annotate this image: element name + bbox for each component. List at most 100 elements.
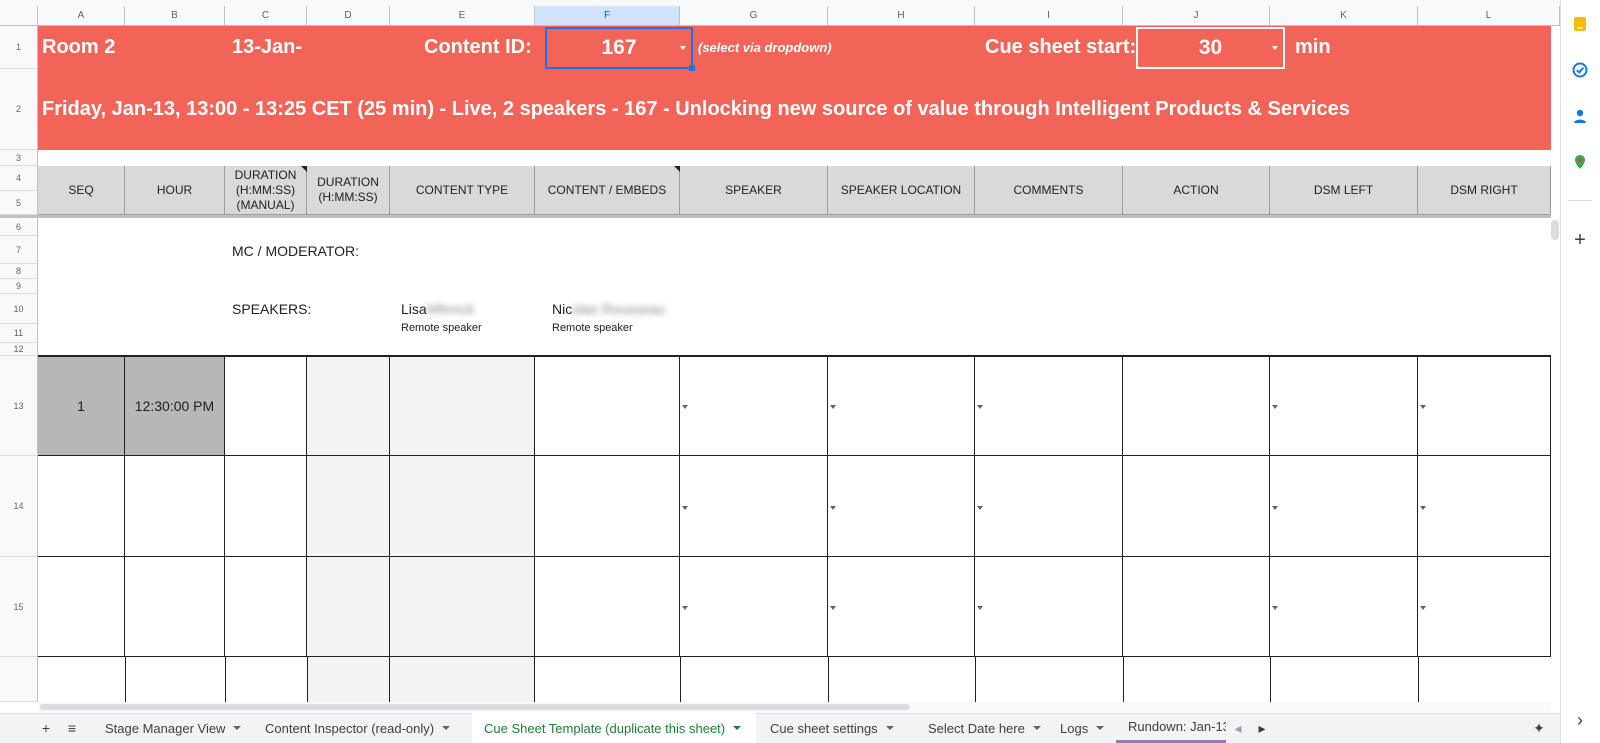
speaker-2-name[interactable]: Nicolas Rousseau [552, 301, 665, 317]
horizontal-scrollbar-thumb[interactable] [40, 704, 910, 710]
tab-stage-manager-view[interactable]: Stage Manager View [92, 713, 250, 743]
cell-hour[interactable] [125, 557, 225, 657]
row-header-15[interactable]: 15 [0, 557, 38, 657]
cell-speaker[interactable] [680, 456, 828, 557]
keep-icon[interactable] [1570, 14, 1590, 34]
dropdown-caret-icon[interactable] [1420, 506, 1426, 510]
tab-select-date[interactable]: Select Date here [916, 713, 1046, 743]
cell-dsm-right[interactable] [1418, 456, 1551, 557]
cell-speaker-location[interactable] [828, 357, 975, 456]
cell-duration-manual[interactable] [225, 557, 307, 657]
dropdown-caret-icon[interactable] [977, 405, 983, 409]
tab-content-inspector[interactable]: Content Inspector (read-only) [252, 713, 470, 743]
row-header-11[interactable]: 11 [0, 324, 38, 343]
fill-handle[interactable] [689, 65, 695, 71]
explore-icon[interactable]: ✦ [1528, 713, 1550, 743]
header-hour[interactable]: HOUR [125, 166, 225, 215]
dropdown-caret-icon[interactable] [830, 506, 836, 510]
tab-logs[interactable]: Logs [1048, 713, 1114, 743]
cell-duration[interactable] [307, 657, 390, 702]
header-speaker[interactable]: SPEAKER [680, 166, 828, 215]
cell-action[interactable] [1123, 456, 1270, 557]
cell-dsm-left[interactable] [1270, 357, 1418, 456]
row-header-3[interactable]: 3 [0, 150, 38, 166]
cell-dsm-left[interactable] [1270, 557, 1418, 657]
cue-sheet-start-caret-icon[interactable] [1272, 46, 1278, 50]
header-seq[interactable]: SEQ [38, 166, 125, 215]
row-header-4[interactable]: 4 [0, 166, 38, 191]
dropdown-caret-icon[interactable] [682, 606, 688, 610]
cell-content-type[interactable] [390, 657, 535, 702]
header-duration[interactable]: DURATION (H:MM:SS) [307, 166, 390, 215]
scroll-tabs-right-icon[interactable]: ▸ [1252, 713, 1272, 743]
dropdown-caret-icon[interactable] [830, 405, 836, 409]
dropdown-caret-icon[interactable] [682, 506, 688, 510]
cell-duration[interactable] [307, 456, 390, 557]
add-sheet-icon[interactable]: + [36, 713, 56, 743]
expand-panel-icon[interactable]: › [1570, 710, 1590, 730]
dropdown-caret-icon[interactable] [977, 606, 983, 610]
row-header-5[interactable]: 5 [0, 191, 38, 215]
dropdown-caret-icon[interactable] [1272, 405, 1278, 409]
cell-hour[interactable]: 12:30:00 PM [125, 357, 225, 456]
row-header-10[interactable]: 10 [0, 294, 38, 324]
column-header-b[interactable]: B [125, 6, 225, 26]
cell-content-type[interactable] [390, 557, 535, 657]
column-header-a[interactable]: A [38, 6, 125, 26]
column-header-c[interactable]: C [225, 6, 307, 26]
cell-content-embeds[interactable] [535, 456, 680, 557]
speaker-2-role[interactable]: Remote speaker [552, 322, 633, 334]
row-header-8[interactable]: 8 [0, 264, 38, 279]
cell-dsm-right[interactable] [1418, 557, 1551, 657]
maps-icon[interactable] [1570, 152, 1590, 172]
speaker-1-role[interactable]: Remote speaker [401, 322, 482, 334]
header-action[interactable]: ACTION [1123, 166, 1270, 215]
cell-content-embeds[interactable] [535, 557, 680, 657]
cell-duration-manual[interactable] [225, 357, 307, 456]
row-header-16[interactable] [0, 657, 38, 702]
row-header-14[interactable]: 14 [0, 456, 38, 557]
cell-duration[interactable] [307, 557, 390, 657]
column-header-f[interactable]: F [535, 6, 680, 26]
room-label[interactable]: Room 2 [42, 36, 115, 59]
dropdown-caret-icon[interactable] [977, 506, 983, 510]
content-id-dropdown-caret-icon[interactable] [680, 46, 686, 50]
add-addon-icon[interactable]: + [1570, 229, 1590, 251]
dropdown-caret-icon[interactable] [1272, 606, 1278, 610]
row-header-7[interactable]: 7 [0, 236, 38, 264]
speaker-1-name[interactable]: LisaMlinnck [401, 301, 474, 317]
mc-moderator-label[interactable]: MC / MODERATOR: [232, 243, 359, 259]
header-content-embeds[interactable]: CONTENT / EMBEDS [535, 166, 680, 215]
cell-duration-manual[interactable] [225, 456, 307, 557]
column-header-j[interactable]: J [1123, 6, 1270, 26]
cell-speaker[interactable] [680, 357, 828, 456]
cell-action[interactable] [1123, 557, 1270, 657]
date-label[interactable]: 13-Jan- [232, 36, 302, 59]
header-duration-manual[interactable]: DURATION (H:MM:SS) (MANUAL) [225, 166, 307, 215]
cell-content-type[interactable] [390, 357, 535, 456]
cell-speaker-location[interactable] [828, 557, 975, 657]
all-sheets-icon[interactable]: ≡ [62, 713, 82, 743]
cell-comments[interactable] [975, 557, 1123, 657]
cell-comments[interactable] [975, 456, 1123, 557]
tab-menu-caret-icon[interactable] [733, 726, 742, 730]
cell-action[interactable] [1123, 357, 1270, 456]
dropdown-caret-icon[interactable] [1420, 606, 1426, 610]
cell-speaker-location[interactable] [828, 456, 975, 557]
tab-cue-sheet-template[interactable]: Cue Sheet Template (duplicate this sheet… [472, 713, 756, 743]
tasks-icon[interactable] [1570, 60, 1590, 80]
column-header-h[interactable]: H [828, 6, 975, 26]
cell-content-embeds[interactable] [535, 357, 680, 456]
header-dsm-left[interactable]: DSM LEFT [1270, 166, 1418, 215]
cell-speaker[interactable] [680, 557, 828, 657]
vertical-scrollbar[interactable] [1551, 220, 1559, 240]
row-header-9[interactable]: 9 [0, 279, 38, 294]
dropdown-caret-icon[interactable] [1272, 506, 1278, 510]
column-header-l[interactable]: L [1418, 6, 1560, 26]
dropdown-caret-icon[interactable] [1420, 405, 1426, 409]
cell-duration[interactable] [307, 357, 390, 456]
tab-menu-caret-icon[interactable] [1032, 726, 1041, 730]
cell-hour[interactable] [125, 456, 225, 557]
row-header-1[interactable]: 1 [0, 26, 38, 69]
column-header-k[interactable]: K [1270, 6, 1418, 26]
